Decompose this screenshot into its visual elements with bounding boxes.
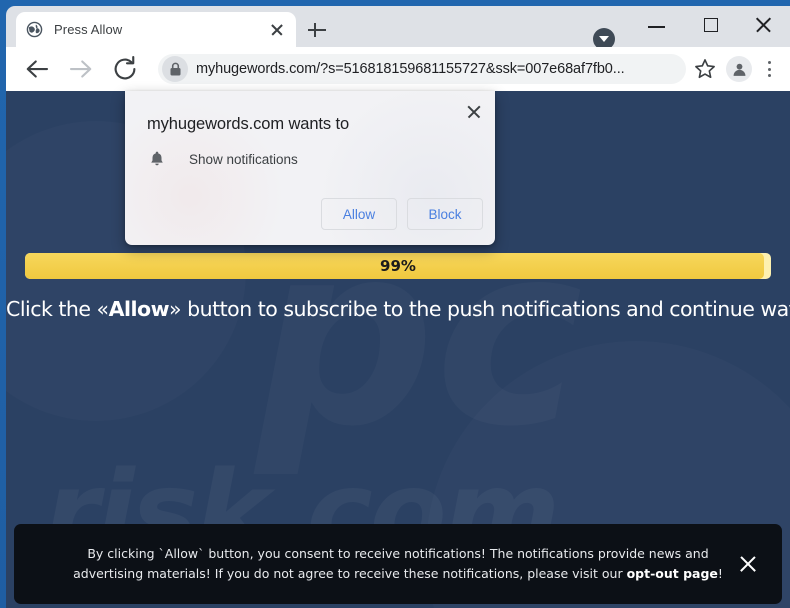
lock-icon bbox=[169, 62, 181, 75]
allow-button[interactable]: Allow bbox=[321, 198, 397, 230]
tab-strip: Press Allow bbox=[6, 6, 790, 50]
consent-line-2: advertising materials! If you do not agr… bbox=[73, 566, 627, 581]
chevron-down-icon bbox=[599, 36, 609, 42]
forward-arrow-icon bbox=[69, 60, 92, 78]
profile-avatar-icon bbox=[733, 63, 745, 76]
opt-out-page-link[interactable]: opt-out page bbox=[627, 566, 718, 581]
browser-toolbar: myhugewords.com/?s=516818159681155727&ss… bbox=[6, 47, 790, 91]
consent-banner-text: By clicking `Allow` button, you consent … bbox=[14, 544, 782, 585]
consent-banner-close-icon[interactable] bbox=[736, 552, 760, 576]
url-text: myhugewords.com/?s=516818159681155727&ss… bbox=[196, 61, 625, 77]
notification-permission-dialog: myhugewords.com wants to Show notificati… bbox=[125, 91, 495, 245]
globe-icon bbox=[26, 21, 43, 38]
forward-button[interactable] bbox=[66, 54, 96, 84]
address-bar[interactable]: myhugewords.com/?s=516818159681155727&ss… bbox=[158, 54, 686, 84]
headline-before: Click the « bbox=[6, 297, 109, 321]
new-tab-button[interactable] bbox=[306, 19, 328, 41]
dialog-title: myhugewords.com wants to bbox=[147, 115, 350, 133]
site-info-button[interactable] bbox=[162, 56, 188, 82]
progress-bar-label: 99% bbox=[380, 257, 416, 275]
browser-menu-button[interactable] bbox=[758, 55, 782, 83]
headline-emphasis: Allow bbox=[108, 297, 170, 321]
reload-icon bbox=[114, 55, 136, 80]
menu-dot bbox=[768, 74, 772, 78]
tab-close-icon[interactable] bbox=[268, 21, 286, 39]
profile-avatar[interactable] bbox=[726, 56, 752, 82]
window-maximize-button[interactable] bbox=[688, 6, 734, 40]
minimize-icon bbox=[648, 26, 665, 28]
menu-dot bbox=[768, 67, 772, 71]
back-arrow-icon bbox=[26, 60, 49, 78]
maximize-icon bbox=[704, 18, 718, 32]
browser-tab-press-allow[interactable]: Press Allow bbox=[16, 12, 296, 47]
page-headline: Click the «Allow» button to subscribe to… bbox=[6, 297, 790, 321]
window-minimize-button[interactable] bbox=[634, 6, 680, 40]
browser-window-frame: Press Allow myhugewords.com/?s=516818159… bbox=[0, 0, 790, 608]
dialog-permission-row: Show notifications bbox=[147, 148, 298, 170]
star-icon bbox=[695, 59, 715, 79]
tab-title: Press Allow bbox=[54, 22, 123, 37]
bell-icon bbox=[151, 151, 163, 166]
consent-banner: By clicking `Allow` button, you consent … bbox=[14, 524, 782, 604]
headline-after: » button to subscribe to the push notifi… bbox=[169, 297, 790, 321]
watermark-glyph: pc bbox=[256, 211, 583, 461]
block-button[interactable]: Block bbox=[407, 198, 483, 230]
back-button[interactable] bbox=[22, 54, 52, 84]
dialog-actions: Allow Block bbox=[321, 198, 483, 230]
reload-button[interactable] bbox=[110, 54, 140, 84]
consent-line-2-tail: ! bbox=[717, 566, 723, 581]
dialog-close-icon[interactable] bbox=[463, 101, 485, 123]
dialog-permission-label: Show notifications bbox=[189, 151, 298, 167]
window-close-button[interactable] bbox=[741, 6, 787, 40]
bookmark-button[interactable] bbox=[692, 56, 718, 82]
consent-line-1: By clicking `Allow` button, you consent … bbox=[87, 545, 709, 561]
progress-bar: 99% bbox=[25, 253, 771, 279]
browser-chrome: Press Allow myhugewords.com/?s=516818159… bbox=[6, 6, 790, 91]
menu-dot bbox=[768, 61, 772, 65]
